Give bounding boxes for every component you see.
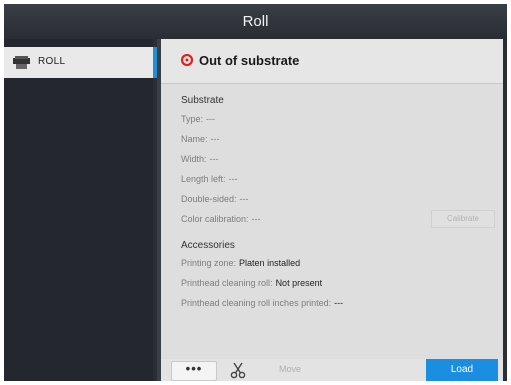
- main-panel: Out of substrate Substrate Type: --- Name…: [161, 39, 507, 381]
- substrate-section-title: Substrate: [181, 95, 224, 106]
- row-label: Name:: [181, 134, 208, 144]
- right-border: [503, 39, 507, 381]
- action-bar: ••• Move Load: [161, 359, 507, 381]
- row-value: Platen installed: [239, 258, 301, 268]
- row-label: Double-sided:: [181, 194, 237, 204]
- error-circle-icon: [181, 54, 193, 66]
- row-value: ---: [209, 154, 219, 164]
- printing-zone-row: Printing zone: Platen installed: [181, 258, 300, 268]
- status-header: Out of substrate: [161, 39, 507, 84]
- calibrate-button[interactable]: Calibrate: [431, 210, 495, 228]
- row-label: Type:: [181, 114, 204, 124]
- roll-icon: [13, 56, 30, 69]
- sidebar-item-roll[interactable]: ROLL: [4, 47, 153, 78]
- substrate-name-row: Name: ---: [181, 134, 220, 144]
- cleaning-roll-row: Printhead cleaning roll: Not present: [181, 278, 322, 288]
- row-value: ---: [251, 214, 261, 224]
- cleaning-roll-inches-row: Printhead cleaning roll inches printed: -…: [181, 298, 343, 308]
- row-value: Not present: [275, 278, 323, 288]
- row-label: Printing zone:: [181, 258, 237, 268]
- row-label: Printhead cleaning roll inches printed:: [181, 298, 332, 308]
- more-button[interactable]: •••: [171, 361, 217, 381]
- accessories-section-title: Accessories: [181, 240, 235, 251]
- row-value: ---: [239, 194, 249, 204]
- load-button[interactable]: Load: [426, 359, 498, 381]
- row-label: Width:: [181, 154, 207, 164]
- substrate-color-calibration-row: Color calibration: ---: [181, 214, 261, 224]
- substrate-type-row: Type: ---: [181, 114, 215, 124]
- substrate-double-sided-row: Double-sided: ---: [181, 194, 249, 204]
- row-value: ---: [206, 114, 216, 124]
- sidebar: ROLL: [4, 39, 153, 381]
- status-text: Out of substrate: [199, 53, 300, 68]
- row-value: ---: [228, 174, 238, 184]
- row-label: Color calibration:: [181, 214, 249, 224]
- move-button[interactable]: Move: [279, 364, 301, 374]
- row-value: ---: [334, 298, 344, 308]
- scissors-icon[interactable]: [229, 361, 247, 379]
- substrate-length-row: Length left: ---: [181, 174, 238, 184]
- row-label: Printhead cleaning roll:: [181, 278, 273, 288]
- substrate-width-row: Width: ---: [181, 154, 219, 164]
- sidebar-item-label: ROLL: [38, 56, 66, 67]
- row-value: ---: [210, 134, 220, 144]
- window-title: Roll: [4, 4, 507, 39]
- printer-screen: Roll ROLL Out of substrate Substrate Typ…: [4, 4, 507, 381]
- row-label: Length left:: [181, 174, 226, 184]
